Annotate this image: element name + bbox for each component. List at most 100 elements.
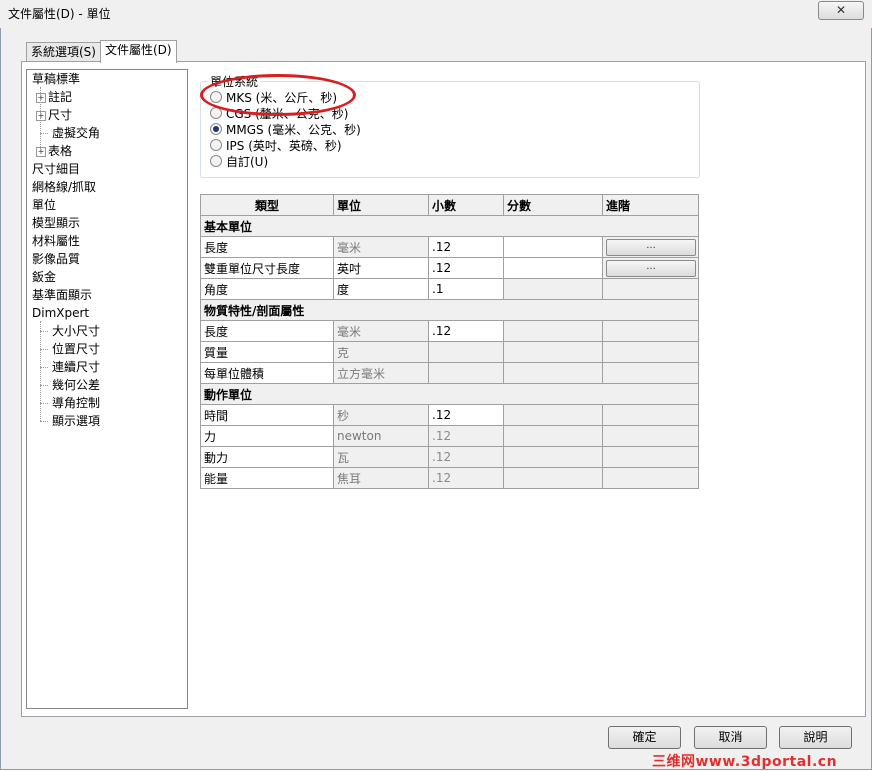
advanced-button[interactable]: ... [606,259,696,277]
decimal-cell[interactable]: .12 [428,404,504,426]
tree-item[interactable]: 尺寸細目 [32,161,80,177]
tree-item[interactable]: 幾何公差 [52,377,100,393]
fraction-cell [503,341,603,363]
unit-cell[interactable]: 毫米 [333,236,429,258]
type-cell: 雙重單位尺寸長度 [200,257,334,279]
unit-cell[interactable]: 焦耳 [333,467,429,489]
tree-item-label: 註記 [48,90,73,104]
advanced-cell: ... [602,236,699,258]
tree-item[interactable]: + 註記 [36,89,72,105]
tree-item-label: 尺寸 [48,108,73,122]
tree-connector [40,403,48,404]
table-row: 時間秒 .12 [200,404,699,426]
table-section-header: 基本單位 [200,215,699,237]
ok-button[interactable]: 確定 [608,726,681,749]
tree-item-label: 位置尺寸 [52,342,101,356]
tree-item-label: 單位 [32,198,57,212]
tree-connector [40,331,48,332]
expand-icon[interactable]: + [36,111,46,121]
unit-system-option-label: 自訂(U) [226,155,269,169]
advanced-button[interactable]: ... [606,238,696,256]
type-cell: 長度 [200,236,334,258]
unit-cell[interactable]: 英吋 [333,257,429,279]
fraction-cell [503,467,603,489]
fraction-cell [503,404,603,426]
unit-system-option[interactable]: MMGS (毫米、公克、秒) [210,123,361,137]
annotation-oval [200,74,356,116]
units-table: 類型 單位 小數 分數 進階 基本單位 長度 毫米 .12... 雙重單位尺寸長度 英吋.… [200,194,699,489]
tree-item[interactable]: + 尺寸 [36,107,72,123]
tab-system-options[interactable]: 系統選項(S) [26,42,101,63]
tree-item[interactable]: 草稿標準 [32,71,80,87]
unit-system-option[interactable]: IPS (英吋、英磅、秒) [210,139,342,153]
help-button[interactable]: 說明 [779,726,852,749]
table-row: 力 newton .12 [200,425,699,447]
decimal-cell[interactable]: .12 [428,257,504,279]
header-fraction: 分數 [503,194,603,216]
tree-item[interactable]: 材料屬性 [32,233,80,249]
table-row: 角度度 .1 [200,278,699,300]
type-cell: 質量 [200,341,334,363]
tree-item-label: 模型顯示 [32,216,81,230]
type-cell: 長度 [200,320,334,342]
tree-item[interactable]: 顯示選項 [52,413,100,429]
decimal-cell[interactable]: .12 [428,425,504,447]
type-cell: 角度 [200,278,334,300]
unit-cell[interactable]: 克 [333,341,429,363]
fraction-cell [503,446,603,468]
fraction-cell[interactable] [503,257,603,279]
radio-button[interactable] [210,155,222,167]
decimal-cell[interactable]: .1 [428,278,504,300]
decimal-cell[interactable]: .12 [428,320,504,342]
tree-item[interactable]: 位置尺寸 [52,341,100,357]
window-title: 文件屬性(D) - 單位 [8,7,111,21]
tree-item[interactable]: 虛擬交角 [52,125,100,141]
advanced-cell [602,320,699,342]
tree-item-label: 材料屬性 [32,234,81,248]
unit-system-option[interactable]: 自訂(U) [210,155,268,169]
tree-item-label: 大小尺寸 [52,324,101,338]
tree-item[interactable]: DimXpert [32,305,89,321]
header-decimal: 小數 [428,194,504,216]
fraction-cell [503,278,603,300]
tree-item[interactable]: + 表格 [36,143,72,159]
radio-button[interactable] [210,139,222,151]
tree-item[interactable]: 大小尺寸 [52,323,100,339]
unit-system-option-label: IPS (英吋、英磅、秒) [226,139,342,153]
unit-cell[interactable]: newton [333,425,429,447]
decimal-cell [428,341,504,363]
expand-icon[interactable]: + [36,147,46,157]
table-row: 雙重單位尺寸長度 英吋 .12... [200,257,699,279]
tree-item[interactable]: 影像品質 [32,251,80,267]
tree-item[interactable]: 連續尺寸 [52,359,100,375]
unit-cell[interactable]: 秒 [333,404,429,426]
unit-cell[interactable]: 度 [333,278,429,300]
fraction-cell [503,362,603,384]
unit-cell[interactable]: 立方毫米 [333,362,429,384]
tree-item[interactable]: 基準面顯示 [32,287,92,303]
unit-cell[interactable]: 毫米 [333,320,429,342]
decimal-cell[interactable]: .12 [428,236,504,258]
tree-item[interactable]: 鈑金 [32,269,56,285]
cancel-button[interactable]: 取消 [694,726,767,749]
close-button[interactable]: ✕ [818,1,864,20]
watermark: 三维网www.3dportal.cn [652,754,838,770]
tab-document-properties[interactable]: 文件屬性(D) [100,40,177,63]
tree-item[interactable]: 網格線/抓取 [32,179,96,195]
tree-item-label: 連續尺寸 [52,360,101,374]
tree-item[interactable]: 模型顯示 [32,215,80,231]
decimal-cell[interactable]: .12 [428,467,504,489]
decimal-cell[interactable]: .12 [428,446,504,468]
advanced-cell [602,425,699,447]
advanced-cell [602,362,699,384]
fraction-cell[interactable] [503,236,603,258]
tree-item-label: 草稿標準 [32,72,81,86]
tree-item[interactable]: 導角控制 [52,395,100,411]
tree-item[interactable]: 單位 [32,197,56,213]
tree-item-label: 鈑金 [32,270,57,284]
table-row: 質量克 [200,341,699,363]
unit-cell[interactable]: 瓦 [333,446,429,468]
expand-icon[interactable]: + [36,93,46,103]
radio-button[interactable] [210,123,222,135]
tree-connector [40,87,41,151]
